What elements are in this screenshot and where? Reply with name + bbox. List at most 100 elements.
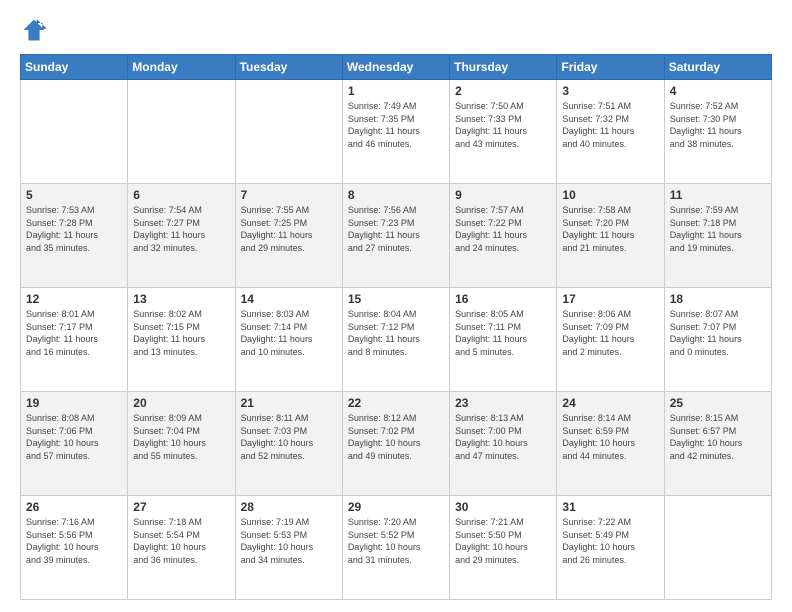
day-header-saturday: Saturday xyxy=(664,55,771,80)
calendar-cell: 28 Sunrise: 7:19 AM Sunset: 5:53 PM Dayli… xyxy=(235,496,342,600)
day-info: Sunrise: 7:50 AM Sunset: 7:33 PM Dayligh… xyxy=(455,100,551,150)
day-info: Sunrise: 8:06 AM Sunset: 7:09 PM Dayligh… xyxy=(562,308,658,358)
calendar-cell: 9Sunrise: 7:57 AM Sunset: 7:22 PM Daylig… xyxy=(450,184,557,288)
day-info: Sunrise: 7:55 AM Sunset: 7:25 PM Dayligh… xyxy=(241,204,337,254)
day-info: Sunrise: 8:03 AM Sunset: 7:14 PM Dayligh… xyxy=(241,308,337,358)
calendar-cell: 10 Sunrise: 7:58 AM Sunset: 7:20 PM Dayli… xyxy=(557,184,664,288)
calendar-cell: 20 Sunrise: 8:09 AM Sunset: 7:04 PM Dayli… xyxy=(128,392,235,496)
calendar-week-row: 5 Sunrise: 7:53 AM Sunset: 7:28 PM Daylig… xyxy=(21,184,772,288)
day-info: Sunrise: 7:53 AM Sunset: 7:28 PM Dayligh… xyxy=(26,204,122,254)
day-info: Sunrise: 7:22 AM Sunset: 5:49 PM Dayligh… xyxy=(562,516,658,566)
day-number: 29 xyxy=(348,500,444,514)
logo xyxy=(20,16,52,44)
day-info: Sunrise: 7:51 AM Sunset: 7:32 PM Dayligh… xyxy=(562,100,658,150)
day-number: 6 xyxy=(133,188,229,202)
day-info: Sunrise: 8:02 AM Sunset: 7:15 PM Dayligh… xyxy=(133,308,229,358)
day-header-sunday: Sunday xyxy=(21,55,128,80)
calendar-cell: 8 Sunrise: 7:56 AM Sunset: 7:23 PM Daylig… xyxy=(342,184,449,288)
day-info: Sunrise: 7:54 AM Sunset: 7:27 PM Dayligh… xyxy=(133,204,229,254)
day-number: 23 xyxy=(455,396,551,410)
header xyxy=(20,16,772,44)
calendar-cell: 24 Sunrise: 8:14 AM Sunset: 6:59 PM Dayli… xyxy=(557,392,664,496)
day-info: Sunrise: 7:49 AM Sunset: 7:35 PM Dayligh… xyxy=(348,100,444,150)
calendar-cell: 25Sunrise: 8:15 AM Sunset: 6:57 PM Dayli… xyxy=(664,392,771,496)
day-number: 28 xyxy=(241,500,337,514)
day-header-friday: Friday xyxy=(557,55,664,80)
calendar-cell: 5 Sunrise: 7:53 AM Sunset: 7:28 PM Daylig… xyxy=(21,184,128,288)
day-number: 7 xyxy=(241,188,337,202)
calendar-cell: 29 Sunrise: 7:20 AM Sunset: 5:52 PM Dayli… xyxy=(342,496,449,600)
day-info: Sunrise: 8:13 AM Sunset: 7:00 PM Dayligh… xyxy=(455,412,551,462)
calendar-cell: 2 Sunrise: 7:50 AM Sunset: 7:33 PM Daylig… xyxy=(450,80,557,184)
day-number: 4 xyxy=(670,84,766,98)
calendar-cell: 18Sunrise: 8:07 AM Sunset: 7:07 PM Dayli… xyxy=(664,288,771,392)
day-info: Sunrise: 8:07 AM Sunset: 7:07 PM Dayligh… xyxy=(670,308,766,358)
day-header-wednesday: Wednesday xyxy=(342,55,449,80)
calendar-cell xyxy=(235,80,342,184)
calendar-cell: 19 Sunrise: 8:08 AM Sunset: 7:06 PM Dayli… xyxy=(21,392,128,496)
day-info: Sunrise: 8:01 AM Sunset: 7:17 PM Dayligh… xyxy=(26,308,122,358)
day-number: 19 xyxy=(26,396,122,410)
day-number: 24 xyxy=(562,396,658,410)
day-number: 20 xyxy=(133,396,229,410)
day-info: Sunrise: 7:18 AM Sunset: 5:54 PM Dayligh… xyxy=(133,516,229,566)
day-info: Sunrise: 7:20 AM Sunset: 5:52 PM Dayligh… xyxy=(348,516,444,566)
calendar-cell: 17 Sunrise: 8:06 AM Sunset: 7:09 PM Dayli… xyxy=(557,288,664,392)
calendar-week-row: 12 Sunrise: 8:01 AM Sunset: 7:17 PM Dayli… xyxy=(21,288,772,392)
calendar-cell: 12 Sunrise: 8:01 AM Sunset: 7:17 PM Dayli… xyxy=(21,288,128,392)
day-info: Sunrise: 7:52 AM Sunset: 7:30 PM Dayligh… xyxy=(670,100,766,150)
day-info: Sunrise: 8:05 AM Sunset: 7:11 PM Dayligh… xyxy=(455,308,551,358)
calendar-cell: 11Sunrise: 7:59 AM Sunset: 7:18 PM Dayli… xyxy=(664,184,771,288)
calendar-table: SundayMondayTuesdayWednesdayThursdayFrid… xyxy=(20,54,772,600)
day-info: Sunrise: 8:11 AM Sunset: 7:03 PM Dayligh… xyxy=(241,412,337,462)
day-number: 26 xyxy=(26,500,122,514)
day-info: Sunrise: 7:56 AM Sunset: 7:23 PM Dayligh… xyxy=(348,204,444,254)
day-number: 8 xyxy=(348,188,444,202)
calendar-cell: 1 Sunrise: 7:49 AM Sunset: 7:35 PM Daylig… xyxy=(342,80,449,184)
day-number: 22 xyxy=(348,396,444,410)
day-info: Sunrise: 7:58 AM Sunset: 7:20 PM Dayligh… xyxy=(562,204,658,254)
calendar-cell: 15 Sunrise: 8:04 AM Sunset: 7:12 PM Dayli… xyxy=(342,288,449,392)
calendar-cell: 13 Sunrise: 8:02 AM Sunset: 7:15 PM Dayli… xyxy=(128,288,235,392)
day-info: Sunrise: 8:14 AM Sunset: 6:59 PM Dayligh… xyxy=(562,412,658,462)
calendar-cell xyxy=(21,80,128,184)
day-number: 30 xyxy=(455,500,551,514)
day-info: Sunrise: 7:21 AM Sunset: 5:50 PM Dayligh… xyxy=(455,516,551,566)
day-number: 27 xyxy=(133,500,229,514)
calendar-cell: 16 Sunrise: 8:05 AM Sunset: 7:11 PM Dayli… xyxy=(450,288,557,392)
calendar-cell: 7 Sunrise: 7:55 AM Sunset: 7:25 PM Daylig… xyxy=(235,184,342,288)
day-number: 17 xyxy=(562,292,658,306)
logo-icon xyxy=(20,16,48,44)
day-number: 12 xyxy=(26,292,122,306)
day-header-monday: Monday xyxy=(128,55,235,80)
day-number: 13 xyxy=(133,292,229,306)
calendar-cell: 23 Sunrise: 8:13 AM Sunset: 7:00 PM Dayli… xyxy=(450,392,557,496)
calendar-cell: 30 Sunrise: 7:21 AM Sunset: 5:50 PM Dayli… xyxy=(450,496,557,600)
page: SundayMondayTuesdayWednesdayThursdayFrid… xyxy=(0,0,792,612)
calendar-cell: 14Sunrise: 8:03 AM Sunset: 7:14 PM Dayli… xyxy=(235,288,342,392)
day-number: 16 xyxy=(455,292,551,306)
calendar-cell: 21 Sunrise: 8:11 AM Sunset: 7:03 PM Dayli… xyxy=(235,392,342,496)
day-header-thursday: Thursday xyxy=(450,55,557,80)
day-info: Sunrise: 8:08 AM Sunset: 7:06 PM Dayligh… xyxy=(26,412,122,462)
day-number: 2 xyxy=(455,84,551,98)
day-number: 1 xyxy=(348,84,444,98)
day-info: Sunrise: 8:04 AM Sunset: 7:12 PM Dayligh… xyxy=(348,308,444,358)
day-info: Sunrise: 8:12 AM Sunset: 7:02 PM Dayligh… xyxy=(348,412,444,462)
day-number: 5 xyxy=(26,188,122,202)
day-number: 9 xyxy=(455,188,551,202)
day-number: 21 xyxy=(241,396,337,410)
day-number: 11 xyxy=(670,188,766,202)
calendar-week-row: 1 Sunrise: 7:49 AM Sunset: 7:35 PM Daylig… xyxy=(21,80,772,184)
day-number: 15 xyxy=(348,292,444,306)
calendar-cell: 4 Sunrise: 7:52 AM Sunset: 7:30 PM Daylig… xyxy=(664,80,771,184)
day-info: Sunrise: 7:19 AM Sunset: 5:53 PM Dayligh… xyxy=(241,516,337,566)
calendar-cell xyxy=(664,496,771,600)
calendar-cell: 27 Sunrise: 7:18 AM Sunset: 5:54 PM Dayli… xyxy=(128,496,235,600)
calendar-cell: 26Sunrise: 7:16 AM Sunset: 5:56 PM Dayli… xyxy=(21,496,128,600)
day-number: 10 xyxy=(562,188,658,202)
day-number: 3 xyxy=(562,84,658,98)
calendar-cell: 22 Sunrise: 8:12 AM Sunset: 7:02 PM Dayli… xyxy=(342,392,449,496)
calendar-cell: 31Sunrise: 7:22 AM Sunset: 5:49 PM Dayli… xyxy=(557,496,664,600)
day-info: Sunrise: 8:09 AM Sunset: 7:04 PM Dayligh… xyxy=(133,412,229,462)
